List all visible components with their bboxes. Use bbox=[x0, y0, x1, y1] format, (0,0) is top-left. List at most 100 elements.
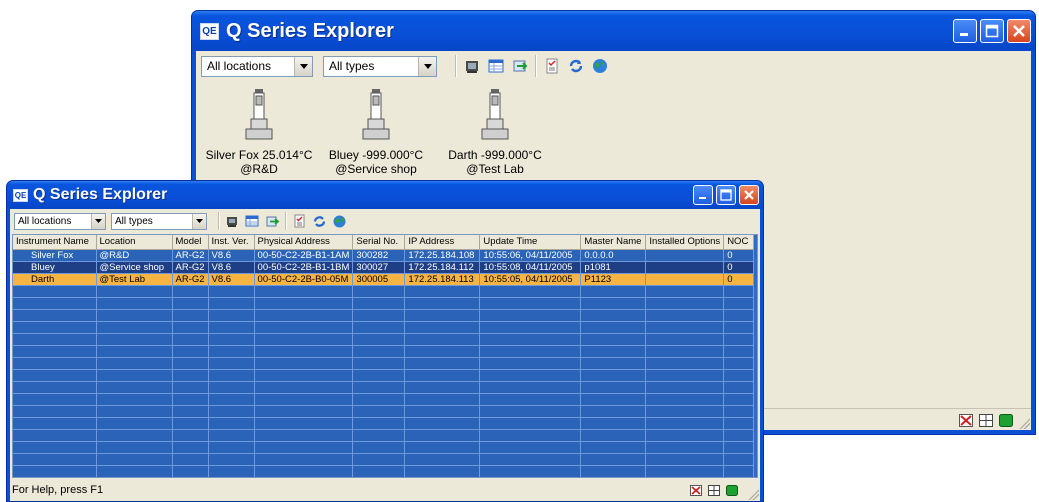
explorer-window-front: QE Q Series Explorer All locations All t… bbox=[6, 180, 764, 502]
table-header-row: Instrument Name Location Model Inst. Ver… bbox=[13, 235, 755, 250]
table-cell bbox=[404, 321, 481, 334]
maximize-icon bbox=[720, 189, 732, 201]
refresh-icon[interactable] bbox=[312, 214, 327, 229]
table-cell bbox=[96, 297, 173, 310]
table-row-empty bbox=[13, 465, 755, 477]
table-cell bbox=[479, 453, 582, 466]
table-row-empty bbox=[13, 321, 755, 334]
app-icon: QE bbox=[13, 188, 28, 202]
maximize-button[interactable] bbox=[980, 19, 1004, 43]
table-cell: 300282 bbox=[352, 249, 406, 262]
column-header[interactable]: Physical Address bbox=[254, 235, 354, 250]
refresh-icon[interactable] bbox=[567, 57, 585, 75]
table-cell: 0 bbox=[723, 261, 755, 274]
rheometer-icon bbox=[245, 89, 273, 140]
table-cell bbox=[645, 417, 725, 430]
table-cell bbox=[13, 381, 97, 394]
column-header[interactable]: Location bbox=[96, 235, 173, 250]
type-filter-select[interactable]: All types bbox=[111, 212, 207, 230]
device-tile-darth[interactable]: Darth -999.000°C @Test Lab bbox=[440, 89, 550, 176]
table-cell bbox=[581, 477, 646, 478]
type-filter-value: All types bbox=[115, 215, 153, 227]
table-cell bbox=[404, 381, 481, 394]
table-cell bbox=[580, 465, 647, 477]
table-cell bbox=[645, 453, 725, 466]
table-cell bbox=[208, 441, 255, 454]
maximize-button[interactable] bbox=[716, 185, 736, 205]
close-button[interactable] bbox=[1007, 19, 1031, 43]
resize-grip[interactable] bbox=[1018, 417, 1030, 429]
table-row-empty bbox=[13, 453, 755, 466]
device-view-icon[interactable] bbox=[225, 214, 240, 229]
column-header[interactable]: Update Time bbox=[479, 235, 582, 250]
column-header[interactable]: Model bbox=[172, 235, 209, 250]
checklist-icon[interactable] bbox=[292, 214, 307, 229]
table-cell bbox=[13, 453, 97, 466]
title-bar[interactable]: QE Q Series Explorer bbox=[7, 181, 763, 209]
table-cell bbox=[479, 441, 582, 454]
minimize-button[interactable] bbox=[693, 185, 713, 205]
table-cell bbox=[96, 333, 173, 346]
table-cell: 0.0.0.0 bbox=[580, 249, 647, 262]
resize-grip[interactable] bbox=[747, 488, 759, 500]
globe-icon[interactable] bbox=[591, 57, 609, 75]
table-cell bbox=[172, 453, 209, 466]
column-header[interactable]: Master Name bbox=[580, 235, 647, 250]
table-cell: 300005 bbox=[352, 273, 406, 286]
table-cell: p1081 bbox=[580, 261, 647, 274]
table-cell bbox=[352, 429, 406, 442]
export-icon[interactable] bbox=[511, 57, 529, 75]
table-cell: 172.25.184.112 bbox=[404, 261, 481, 274]
caption-buttons bbox=[953, 19, 1031, 43]
table-view-icon[interactable] bbox=[487, 57, 505, 75]
toolbar: All locations All types bbox=[10, 209, 760, 233]
column-header[interactable]: Inst. Ver. bbox=[208, 235, 255, 250]
table-cell bbox=[479, 297, 582, 310]
table-cell bbox=[208, 417, 255, 430]
table-cell bbox=[208, 405, 255, 418]
table-cell bbox=[96, 345, 173, 358]
table-row[interactable]: Bluey @Service shop AR-G2 V8.6 00-50-C2-… bbox=[13, 261, 755, 274]
table-view-icon[interactable] bbox=[245, 214, 260, 229]
table-cell: Silver Fox bbox=[13, 249, 97, 262]
table-cell bbox=[645, 309, 725, 322]
location-filter-select[interactable]: All locations bbox=[14, 212, 106, 230]
table-cell bbox=[13, 405, 97, 418]
minimize-button[interactable] bbox=[953, 19, 977, 43]
column-header[interactable]: Installed Options bbox=[645, 235, 725, 250]
table-cell bbox=[580, 441, 647, 454]
table-cell bbox=[208, 357, 255, 370]
type-filter-select[interactable]: All types bbox=[323, 55, 437, 77]
table-row[interactable]: Silver Fox @R&D AR-G2 V8.6 00-50-C2-2B-B… bbox=[13, 249, 755, 262]
table-row-empty bbox=[13, 417, 755, 430]
column-header[interactable]: Serial No. bbox=[352, 235, 406, 250]
device-tile-silver-fox[interactable]: Silver Fox 25.014°C @R&D bbox=[204, 89, 314, 176]
globe-icon[interactable] bbox=[332, 214, 347, 229]
table-row-empty bbox=[13, 477, 754, 478]
location-filter-select[interactable]: All locations bbox=[201, 55, 313, 77]
table-cell bbox=[352, 309, 406, 322]
checklist-icon[interactable] bbox=[543, 57, 561, 75]
title-bar[interactable]: QE Q Series Explorer bbox=[192, 11, 1035, 51]
table-row-empty bbox=[13, 309, 755, 322]
table-cell bbox=[479, 357, 582, 370]
rheometer-icon bbox=[362, 89, 390, 140]
table-cell bbox=[723, 297, 755, 310]
table-cell bbox=[723, 369, 755, 382]
column-header[interactable]: NOC bbox=[723, 235, 755, 250]
column-header[interactable]: Instrument Name bbox=[13, 235, 97, 250]
table-cell bbox=[254, 429, 354, 442]
column-header[interactable]: IP Address bbox=[404, 235, 481, 250]
table-cell bbox=[723, 453, 755, 466]
table-cell: P1123 bbox=[580, 273, 647, 286]
table-cell bbox=[96, 405, 173, 418]
table-row-selected[interactable]: Darth @Test Lab AR-G2 V8.6 00-50-C2-2B-B… bbox=[13, 273, 755, 286]
table-cell: 300027 bbox=[352, 261, 406, 274]
device-view-icon[interactable] bbox=[463, 57, 481, 75]
export-icon[interactable] bbox=[265, 214, 280, 229]
table-cell bbox=[13, 297, 97, 310]
table-cell bbox=[404, 285, 481, 298]
table-row-empty bbox=[13, 285, 755, 298]
device-tile-bluey[interactable]: Bluey -999.000°C @Service shop bbox=[321, 89, 431, 176]
close-button[interactable] bbox=[739, 185, 759, 205]
